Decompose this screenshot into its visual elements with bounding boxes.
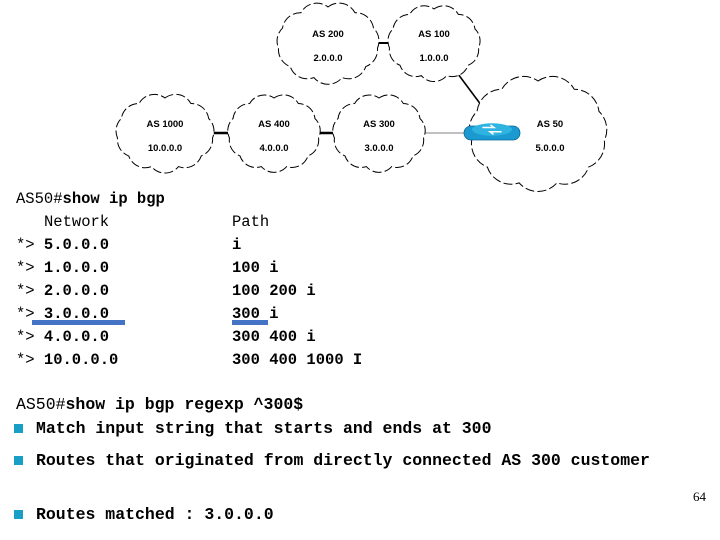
bgp-row-aspath: i <box>232 236 242 254</box>
cloud-as300: AS 300 3.0.0.0 <box>332 94 426 173</box>
slide: AS 200 2.0.0.0 AS 100 1.0.0.0 AS 1000 10.0.0.… <box>0 0 720 540</box>
bgp-row-aspath: 300 400 1000 I <box>232 351 363 369</box>
bgp-row-prefix: 2.0.0.0 <box>43 282 110 300</box>
topology-clouds: AS 200 2.0.0.0 AS 100 1.0.0.0 AS 1000 10.0.0.… <box>115 2 608 192</box>
bgp-row-network: *> 5.0.0.0 <box>16 236 109 254</box>
cloud-as200: AS 200 2.0.0.0 <box>276 2 380 85</box>
bgp-row-flag: *> <box>16 259 44 277</box>
bgp-row-prefix: 4.0.0.0 <box>43 328 110 346</box>
bgp-row-prefix: 10.0.0.0 <box>43 351 119 369</box>
cloud-network-label: 2.0.0.0 <box>313 53 342 64</box>
bgp-row-aspath: 100 200 i <box>232 282 316 300</box>
bgp-command-prompt-1: AS50#show ip bgp <box>16 190 165 208</box>
cloud-as1000: AS 1000 10.0.0.0 <box>115 93 215 174</box>
bullet-square-icon <box>14 510 23 519</box>
column-header-path: Path <box>232 213 270 231</box>
cloud-outline <box>227 94 321 173</box>
bgp-row-network: *> 2.0.0.0 <box>16 282 109 300</box>
prompt-command-1: show ip bgp <box>62 190 165 208</box>
network-topology-diagram: AS 200 2.0.0.0 AS 100 1.0.0.0 AS 1000 10.0.0.… <box>0 0 720 195</box>
bgp-row-prefix: 5.0.0.0 <box>43 236 110 254</box>
topology-router <box>463 123 521 141</box>
bgp-row-prefix: 1.0.0.0 <box>43 259 110 277</box>
cloud-network-label: 10.0.0.0 <box>148 143 182 154</box>
cloud-as-label: AS 400 <box>258 119 290 130</box>
bgp-row-flag: *> <box>16 236 44 254</box>
page-number: 64 <box>693 489 706 504</box>
cloud-network-label: 3.0.0.0 <box>364 143 393 154</box>
router-icon <box>463 123 521 141</box>
prompt-host-1: AS50# <box>16 190 63 208</box>
cloud-as-label: AS 50 <box>537 119 563 130</box>
cloud-as-label: AS 200 <box>312 29 344 40</box>
bgp-row-network: *> 10.0.0.0 <box>16 351 118 369</box>
cloud-as100: AS 100 1.0.0.0 <box>387 5 481 82</box>
cloud-as400: AS 400 4.0.0.0 <box>227 94 321 173</box>
bgp-row-flag: *> <box>16 328 44 346</box>
bullet-item-2: Routes that originated from directly con… <box>14 450 709 472</box>
bgp-command-prompt-2: AS50#show ip bgp regexp ^300$ <box>16 395 303 414</box>
cloud-as-label: AS 300 <box>363 119 395 130</box>
bullet-item-3: Routes matched : 3.0.0.0 <box>14 504 274 526</box>
bgp-row-aspath: 100 i <box>232 259 279 277</box>
bullet-text-3: Routes matched : 3.0.0.0 <box>36 505 274 524</box>
bullet-text-1: Match input string that starts and ends … <box>36 419 492 438</box>
bgp-row-aspath: 300 400 i <box>232 328 316 346</box>
cloud-network-label: 5.0.0.0 <box>535 143 564 154</box>
cloud-as-label: AS 1000 <box>147 119 184 130</box>
cloud-network-label: 1.0.0.0 <box>419 53 448 64</box>
cloud-outline <box>115 93 215 174</box>
bullet-square-icon <box>14 424 23 433</box>
cloud-as-label: AS 100 <box>418 29 450 40</box>
bullet-item-1: Match input string that starts and ends … <box>14 418 491 440</box>
bullet-square-icon <box>14 456 23 465</box>
bullet-text-2: Routes that originated from directly con… <box>36 451 650 470</box>
bgp-row-flag: *> <box>16 282 44 300</box>
highlight-underline-network <box>32 320 125 325</box>
bgp-row-network: *> 1.0.0.0 <box>16 259 109 277</box>
prompt-host-2: AS50# <box>16 395 66 414</box>
prompt-command-2: show ip bgp regexp ^300$ <box>65 395 304 414</box>
cloud-outline <box>387 5 481 82</box>
cloud-outline <box>276 2 380 85</box>
bgp-row-flag: *> <box>16 351 44 369</box>
cloud-network-label: 4.0.0.0 <box>259 143 288 154</box>
highlight-underline-path <box>232 320 268 325</box>
column-header-network: Network <box>44 213 110 231</box>
cloud-outline <box>332 94 426 173</box>
bgp-row-network: *> 4.0.0.0 <box>16 328 109 346</box>
